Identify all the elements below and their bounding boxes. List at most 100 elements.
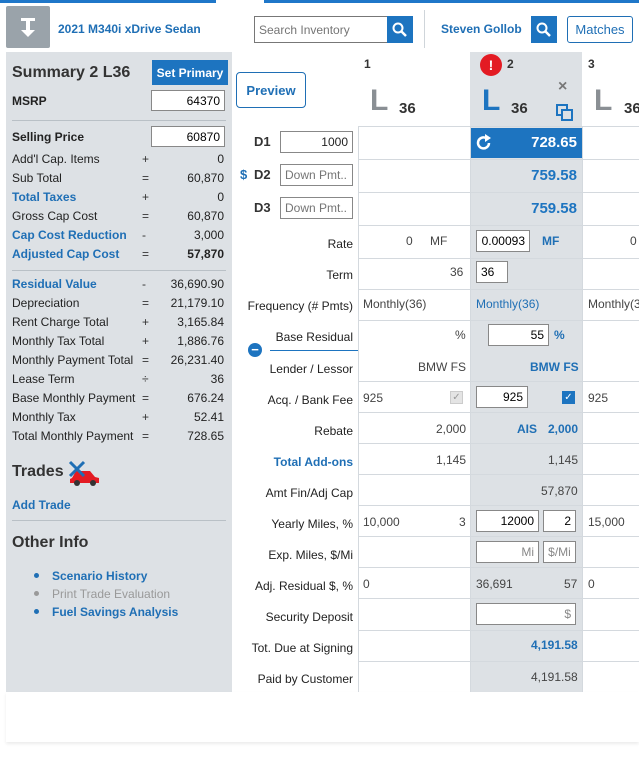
- residual-unit: %: [455, 328, 466, 342]
- close-icon[interactable]: ×: [558, 78, 567, 96]
- collapse-button[interactable]: [6, 6, 50, 48]
- column-number: 3: [588, 57, 595, 71]
- selling-price-input[interactable]: [151, 126, 225, 147]
- grid-line: [358, 630, 639, 631]
- grid-line: [358, 505, 639, 506]
- fee-checkbox-checked[interactable]: ✓: [562, 391, 575, 404]
- grid-line: [358, 412, 639, 413]
- d2-label: D2: [254, 167, 271, 182]
- rebate-program[interactable]: AIS: [517, 422, 537, 436]
- matches-button[interactable]: Matches: [567, 16, 633, 43]
- bullet: [34, 573, 39, 578]
- summary-row-label: Depreciation: [12, 296, 80, 310]
- d1-input[interactable]: [280, 131, 353, 153]
- lender-value[interactable]: BMW FS: [530, 360, 579, 374]
- excess-miles-input[interactable]: Mi: [476, 541, 539, 563]
- grid-line: [358, 567, 639, 568]
- header-accent-line: [0, 0, 216, 3]
- fee-input[interactable]: [476, 386, 528, 408]
- summary-row-value: 60,870: [187, 209, 224, 223]
- summary-title: Summary 2 L36: [12, 64, 131, 81]
- summary-row-operator: -: [142, 228, 146, 242]
- refresh-icon[interactable]: [475, 134, 493, 152]
- summary-row-value: 52.41: [193, 410, 224, 424]
- fee-checkbox[interactable]: ✓: [450, 391, 463, 404]
- payment-d2[interactable]: 759.58: [531, 167, 577, 184]
- adj-residual-pct: 57: [564, 577, 578, 591]
- grid-line: [358, 126, 639, 127]
- trades-title: Trades: [12, 463, 64, 480]
- customer-search-button[interactable]: [531, 16, 557, 43]
- rate-value: 0: [406, 234, 413, 248]
- adj-residual-value: 0: [588, 577, 595, 591]
- preview-button[interactable]: Preview: [236, 72, 306, 108]
- user-name[interactable]: Steven Gollob: [441, 22, 522, 36]
- row-label: Adj. Residual $, %: [254, 579, 353, 593]
- fuel-savings-link[interactable]: Fuel Savings Analysis: [52, 605, 178, 619]
- grid-line: [358, 225, 639, 226]
- term-input[interactable]: [476, 261, 508, 283]
- search-button[interactable]: [387, 16, 413, 43]
- summary-row-label: Sub Total: [12, 171, 62, 185]
- row-label: Rate: [327, 237, 353, 251]
- paid-by-customer-value: 4,191.58: [531, 670, 578, 684]
- vehicle-title[interactable]: 2021 M340i xDrive Sedan: [58, 22, 201, 36]
- rate-unit[interactable]: MF: [542, 234, 559, 248]
- summary-row-operator: ÷: [142, 372, 149, 386]
- due-at-signing-value[interactable]: 4,191.58: [531, 638, 578, 652]
- row-label: Lender / Lessor: [269, 362, 353, 376]
- summary-row-operator: -: [142, 277, 146, 291]
- payment-d3[interactable]: 759.58: [531, 200, 577, 217]
- summary-row-label[interactable]: Total Taxes: [12, 190, 76, 204]
- amount-financed-value: 57,870: [541, 484, 578, 498]
- grid-line: [358, 661, 639, 662]
- d2-input[interactable]: [280, 164, 353, 186]
- grid-line: [358, 474, 639, 475]
- per-mile-input[interactable]: $/Mi: [543, 541, 576, 563]
- row-label: Rebate: [314, 424, 353, 438]
- set-primary-button[interactable]: Set Primary: [152, 60, 228, 85]
- scenario-history-link[interactable]: Scenario History: [52, 569, 147, 583]
- summary-row-label: Base Monthly Payment: [12, 391, 136, 405]
- summary-row-label: Add'l Cap. Items: [12, 152, 100, 166]
- row-label[interactable]: Total Add-ons: [274, 455, 353, 469]
- alert-icon[interactable]: !: [480, 54, 502, 76]
- rebate-value[interactable]: 2,000: [548, 422, 578, 436]
- term-value: 36: [450, 265, 464, 279]
- summary-row-value: 728.65: [187, 429, 224, 443]
- divider: [12, 270, 226, 271]
- yearly-miles-input[interactable]: [476, 510, 539, 532]
- summary-row-value: 21,179.10: [170, 296, 224, 310]
- d3-input[interactable]: [280, 197, 353, 219]
- summary-row-value: 3,000: [193, 228, 224, 242]
- lease-type-letter: L: [594, 84, 613, 117]
- summary-row-value: 36: [210, 372, 224, 386]
- yearly-miles-pct-input[interactable]: [543, 510, 576, 532]
- add-trade-link[interactable]: Add Trade: [12, 498, 71, 512]
- grid-line: [358, 443, 639, 444]
- grid-line: [358, 598, 639, 599]
- print-trade-evaluation-link: Print Trade Evaluation: [52, 587, 171, 601]
- lease-type-letter: L: [370, 84, 389, 117]
- download-arrow-icon: [21, 18, 35, 37]
- summary-row-label: Monthly Tax Total: [12, 334, 105, 348]
- summary-row-value: 26,231.40: [170, 353, 224, 367]
- summary-row-operator: =: [142, 247, 150, 261]
- collapse-minus-icon[interactable]: −: [248, 343, 262, 357]
- lease-term: 36: [624, 100, 639, 117]
- msrp-input[interactable]: [151, 90, 225, 111]
- summary-row-label[interactable]: Adjusted Cap Cost: [12, 247, 119, 261]
- top-bar: 2021 M340i xDrive Sedan Steven Gollob Ma…: [0, 0, 639, 52]
- base-residual-input[interactable]: [488, 324, 549, 346]
- row-label: Security Deposit: [265, 610, 353, 624]
- search-input[interactable]: [254, 16, 388, 43]
- grid-line: [358, 536, 639, 537]
- security-deposit-input[interactable]: $: [476, 603, 576, 625]
- summary-row-label[interactable]: Cap Cost Reduction: [12, 228, 127, 242]
- yearly-miles-pct: 3: [459, 515, 466, 529]
- copy-icon[interactable]: [556, 104, 574, 122]
- adj-residual-value: 36,691: [476, 577, 513, 591]
- summary-row-label[interactable]: Residual Value: [12, 277, 97, 291]
- frequency-value[interactable]: Monthly(36): [476, 297, 539, 311]
- rate-input[interactable]: [476, 230, 530, 252]
